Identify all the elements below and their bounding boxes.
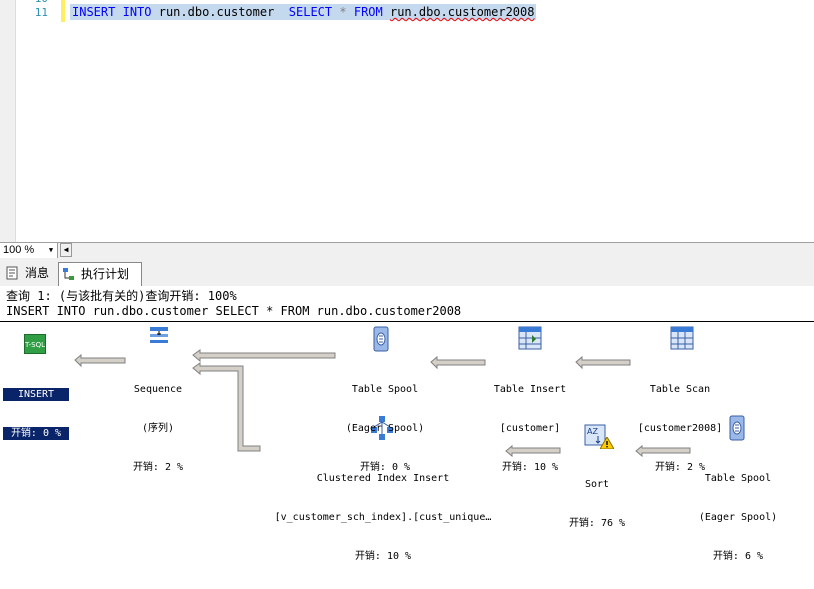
messages-icon [6,266,18,280]
node-table-spool-2[interactable]: Table Spool (Eager Spool) 开销: 6 % [684,446,792,589]
node-sequence-name: Sequence [133,384,183,395]
sql-token: * [339,5,347,19]
node-spool2-sub: (Eager Spool) [698,512,778,523]
editor-margin [0,0,15,242]
tab-plan-label: 执行计划 [81,267,130,281]
node-sequence-cost: 开销: 2 % [132,462,184,473]
node-spool1-sub: (Eager Spool) [345,423,425,434]
node-sequence[interactable]: Sequence (序列) 开销: 2 % [110,357,206,500]
node-tscan-sub: [customer2008] [637,423,723,434]
node-insert[interactable]: INSERT 开销: 0 % [3,362,69,466]
node-spool1-name: Table Spool [351,384,419,395]
execution-plan-pane: 查询 1: (与该批有关的)查询开销: 100% INSERT INTO run… [0,286,814,562]
query-editor[interactable]: 10 11 INSERT INTO run.dbo.customer SELEC… [0,0,814,242]
node-clustered-index-insert[interactable]: Clustered Index Insert [v_customer_sch_i… [256,446,510,589]
sql-token: INSERT [72,5,116,19]
node-insert-name: INSERT [3,388,69,401]
node-spool2-cost: 开销: 6 % [712,551,764,562]
arrow-spool1-sequence [192,349,336,363]
sequence-icon [150,327,168,343]
warning-icon [600,437,614,449]
table-insert-icon [518,326,542,350]
sql-token: FROM [353,5,383,19]
tsql-icon-text: T-SQL [24,341,45,349]
node-sort-cost: 开销: 76 % [568,518,626,529]
node-sequence-sub: (序列) [141,423,175,434]
node-tinsert-sub: [customer] [499,423,561,434]
arrow-tscan-tinsert [575,355,631,370]
zoom-scroll-bar: 100 % ▼ ◀ [0,242,814,260]
tab-messages[interactable]: 消息 [3,262,57,284]
node-tscan-name: Table Scan [649,384,711,395]
line-number: 11 [34,6,48,19]
node-spool2-name: Table Spool [704,473,772,484]
table-scan-icon [670,326,694,350]
node-cii-sub: [v_customer_sch_index].[cust_unique… [274,512,492,523]
chevron-down-icon[interactable]: ▼ [46,243,56,258]
editor-gutter-divider [15,0,16,242]
line-number-prev: 10 [30,0,48,5]
node-cii-name: Clustered Index Insert [316,473,450,484]
tab-execution-plan[interactable]: 执行计划 [58,262,142,286]
sql-token: SELECT [288,5,333,19]
node-sort[interactable]: Sort 开销: 76 % [556,452,638,556]
change-indicator-bar [61,0,65,22]
scroll-left-button[interactable]: ◀ [60,243,72,257]
results-tab-bar: 消息 执行计划 [0,259,814,287]
sql-statement-line[interactable]: INSERT INTO run.dbo.customer SELECT * FR… [70,4,537,20]
node-insert-cost: 开销: 0 % [3,427,69,440]
sort-icon-text: AZ [587,427,598,436]
sql-token: INTO [122,5,152,19]
execution-plan-icon [63,268,74,280]
sql-token: run.dbo.customer2008 [389,5,535,19]
sql-token: run.dbo.customer [151,5,289,19]
table-spool-icon [373,326,389,352]
zoom-value: 100 % [3,244,35,256]
node-sort-name: Sort [584,479,610,490]
node-cii-cost: 开销: 10 % [354,551,412,562]
node-tinsert-name: Table Insert [493,384,567,395]
editor-vertical-scrollbar[interactable] [797,0,814,242]
tab-messages-label: 消息 [25,266,50,280]
tsql-icon: T-SQL [24,334,46,354]
